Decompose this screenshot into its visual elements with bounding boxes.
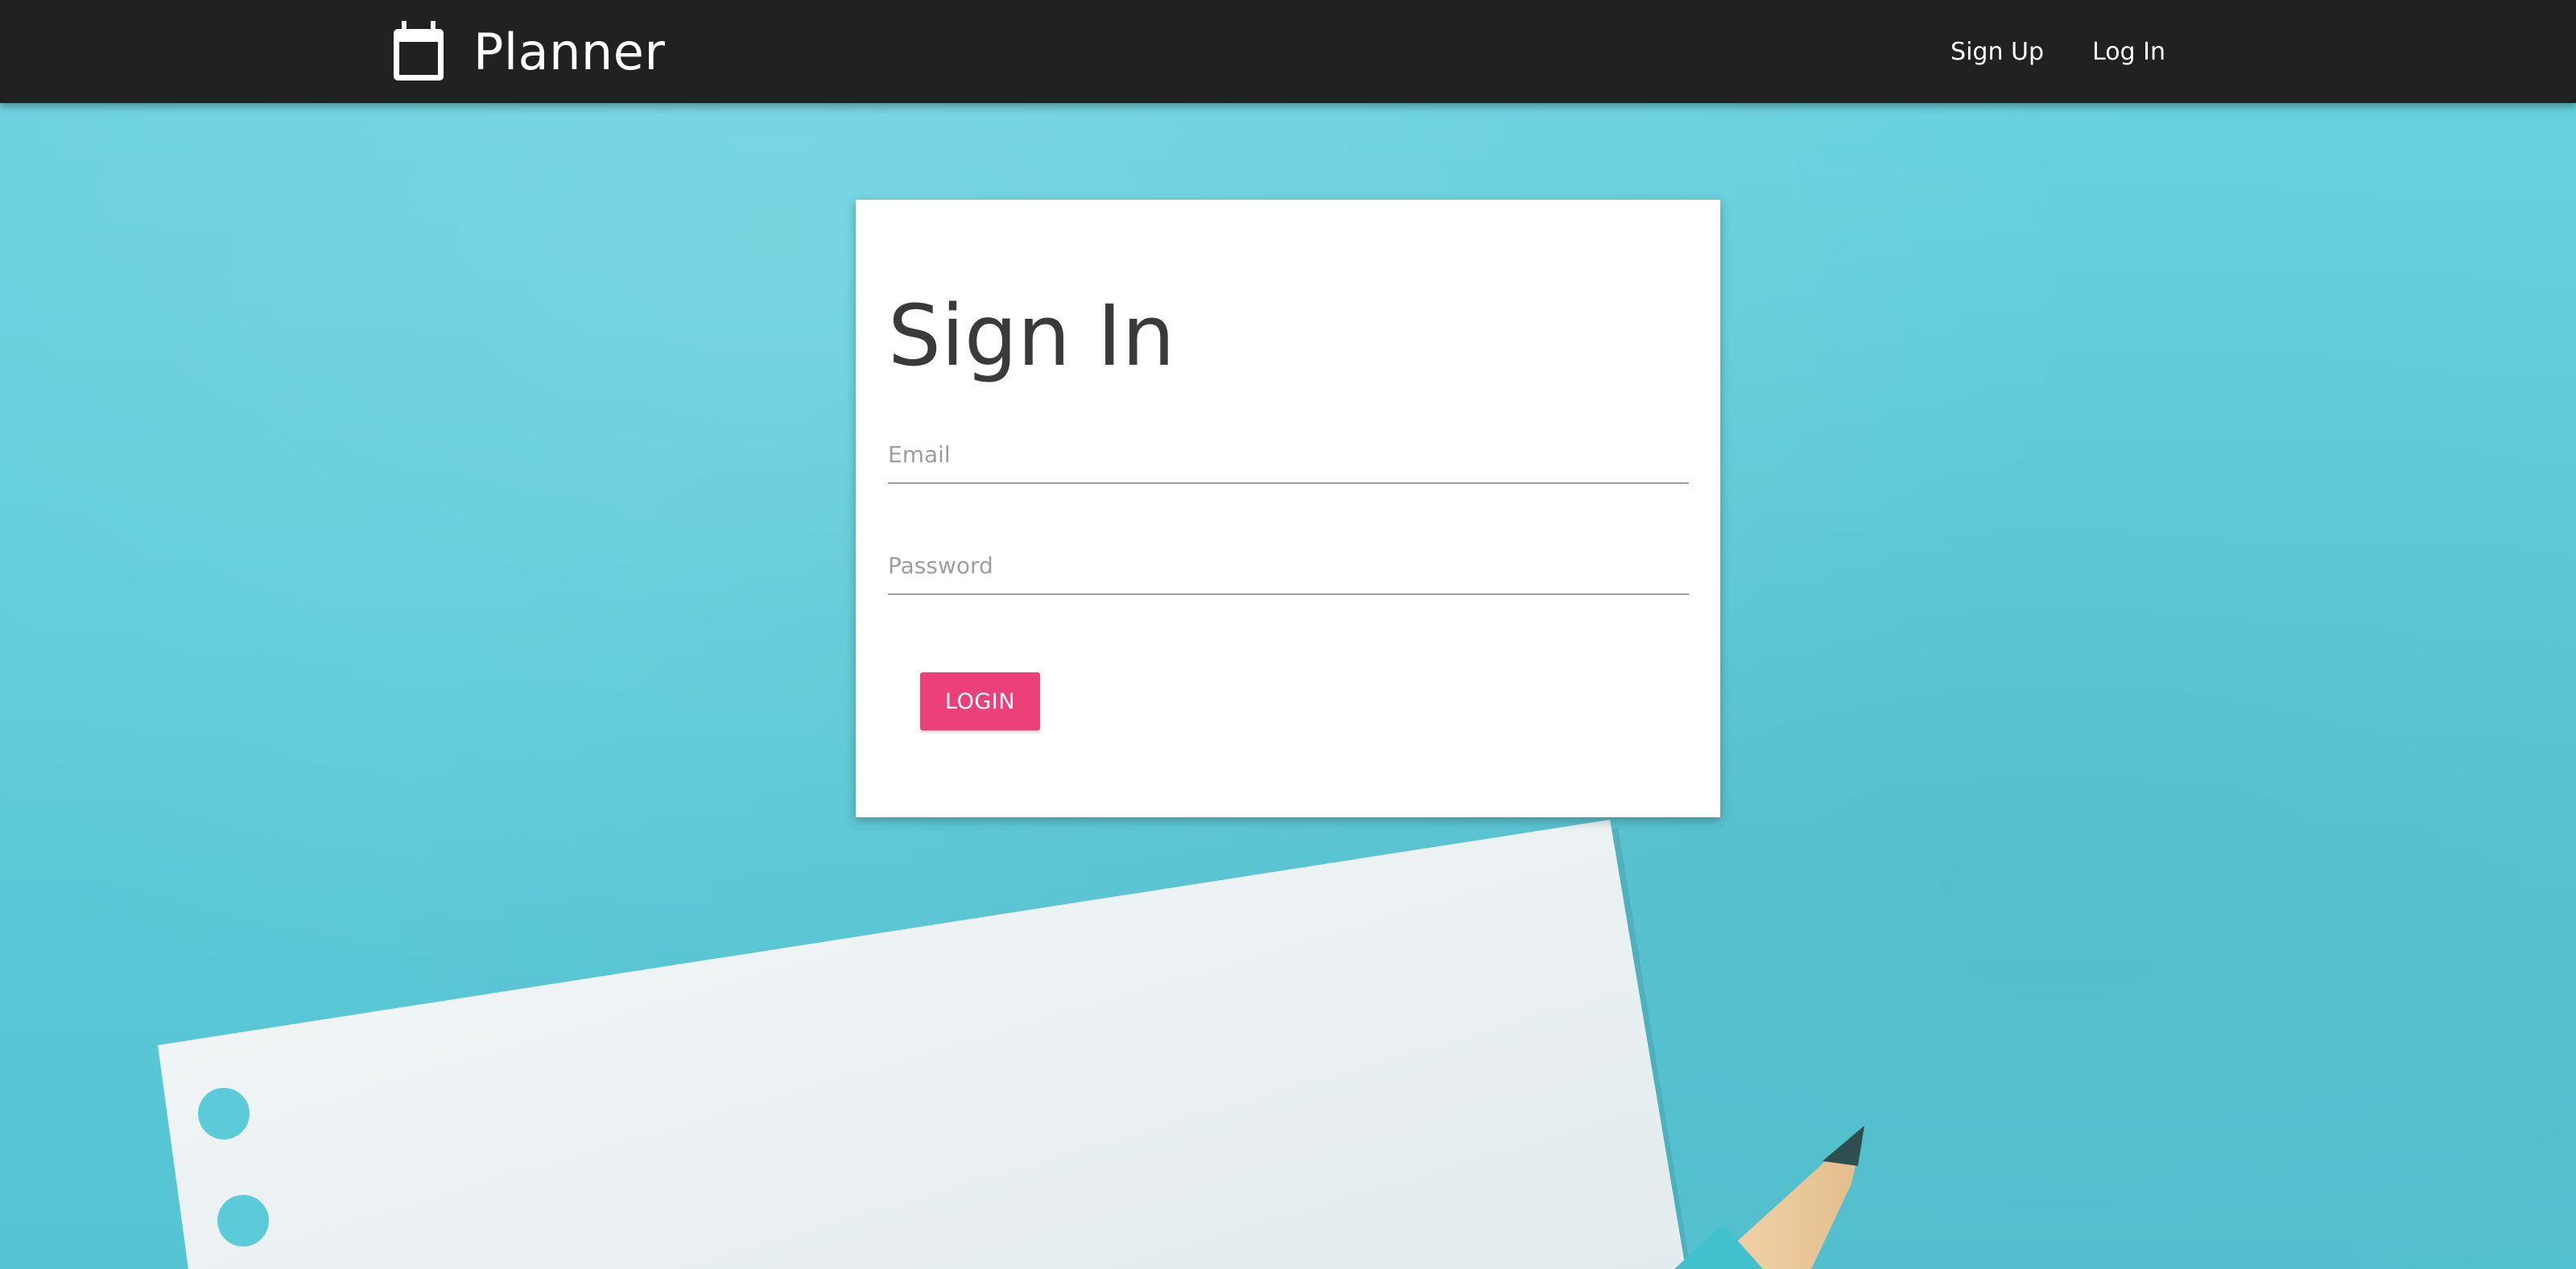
sign-in-title: Sign In bbox=[888, 287, 1175, 385]
paper-hole bbox=[217, 1195, 269, 1246]
email-field[interactable] bbox=[888, 433, 1689, 484]
calendar-icon bbox=[391, 21, 446, 82]
nav-sign-up-link[interactable]: Sign Up bbox=[1951, 38, 2044, 66]
brand-title: Planner bbox=[473, 22, 666, 81]
password-field-wrapper bbox=[888, 544, 1689, 595]
brand-link[interactable]: Planner bbox=[391, 14, 665, 89]
nav-links: Sign Up Log In bbox=[1902, 0, 2165, 103]
pencil bbox=[1674, 1126, 1864, 1269]
paper-hole bbox=[198, 1088, 250, 1139]
top-navbar: Planner Sign Up Log In bbox=[0, 0, 2576, 103]
sign-in-card: Sign In LOGIN bbox=[856, 200, 1720, 817]
paper-sheet bbox=[158, 820, 1686, 1269]
password-field[interactable] bbox=[888, 544, 1689, 595]
nav-log-in-link[interactable]: Log In bbox=[2092, 38, 2165, 66]
login-button[interactable]: LOGIN bbox=[920, 672, 1040, 730]
email-field-wrapper bbox=[888, 433, 1689, 484]
